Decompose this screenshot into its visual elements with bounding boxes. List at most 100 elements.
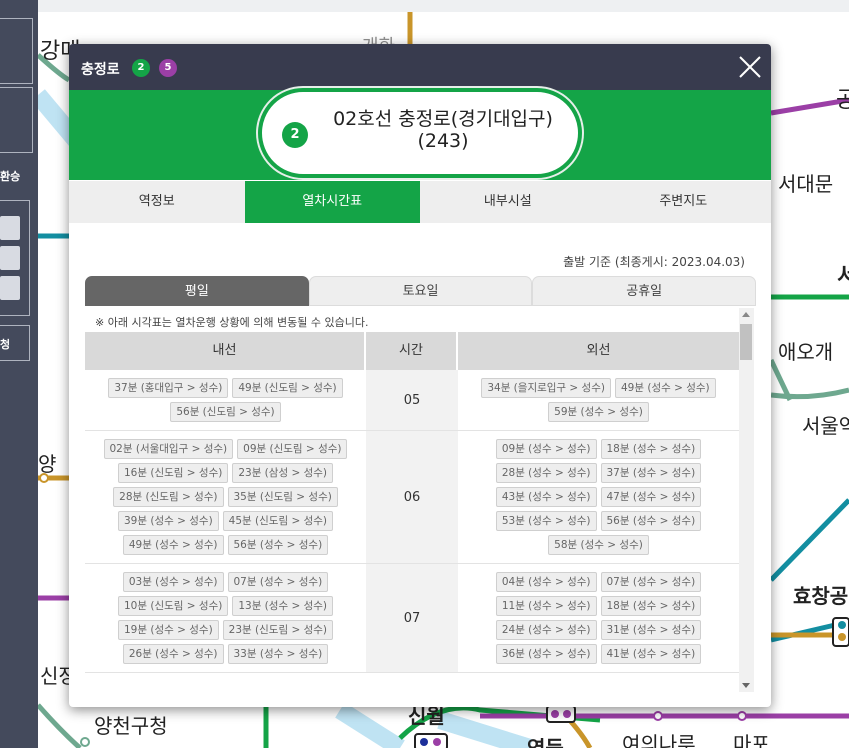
departure-chip: 24분 (성수 > 성수) — [495, 620, 597, 640]
station-title: 충정로 — [81, 62, 120, 78]
departure-chip: 53분 (성수 > 성수) — [495, 511, 597, 531]
departure-chip: 16분 (신도림 > 성수) — [118, 463, 229, 483]
departure-chip: 07분 (성수 > 성수) — [227, 572, 329, 592]
timetable-row: 37분 (홍대입구 > 성수) 49분 (신도림 > 성수) 56분 (신도림 > … — [85, 370, 739, 431]
departure-chip: 47분 (성수 > 성수) — [600, 487, 702, 507]
line-badge-2: 2 — [132, 59, 150, 77]
tab-timetable[interactable]: 열차시간표 — [244, 181, 420, 223]
day-tab-holiday[interactable]: 공휴일 — [532, 276, 757, 306]
map-station-label[interactable]: 양천구청 — [94, 710, 168, 739]
departure-chip: 19분 (성수 > 성수) — [118, 620, 219, 640]
departure-chip: 23분 (삼성 > 성수) — [232, 463, 333, 483]
header-inner-line: 내선 — [85, 332, 366, 370]
side-panel-route-box[interactable] — [0, 87, 33, 153]
map-station-label[interactable]: 영등 — [527, 732, 564, 748]
departure-chip: 09분 (성수 > 성수) — [495, 439, 597, 459]
map-station-label[interactable]: 서대문 — [778, 168, 833, 197]
hour-cell: 07 — [366, 564, 458, 672]
departure-chip: 58분 (성수 > 성수) — [548, 535, 649, 555]
departure-chip: 02분 (서울대입구 > 성수) — [103, 439, 234, 459]
tab-facilities[interactable]: 내부시설 — [420, 181, 596, 223]
map-station-label[interactable]: 마포 — [733, 728, 770, 748]
timetable-notice: ※ 아래 시각표는 열차운행 상황에 의해 변동될 수 있습니다. — [95, 316, 369, 329]
departure-chip: 56분 (성수 > 성수) — [600, 511, 702, 531]
inner-line-departures: 03분 (성수 > 성수) 07분 (성수 > 성수) 10분 (신도림 > 성수)… — [85, 564, 366, 672]
outer-line-departures: 04분 (성수 > 성수) 07분 (성수 > 성수) 11분 (성수 > 성수) 1… — [458, 564, 739, 672]
basis-note: 출발 기준 (최종게시: 2023.04.03) — [563, 255, 745, 269]
departure-chip: 45분 (신도림 > 성수) — [222, 511, 333, 531]
close-icon[interactable] — [737, 54, 763, 80]
departure-chip: 18분 (성수 > 성수) — [600, 596, 702, 616]
departure-chip: 35분 (신도림 > 성수) — [227, 487, 338, 507]
pill-line-badge: 2 — [282, 122, 308, 148]
departure-chip: 49분 (성수 > 성수) — [122, 535, 224, 555]
departure-chip: 56분 (신도림 > 성수) — [170, 402, 281, 422]
close-button[interactable] — [737, 54, 763, 80]
departure-chip: 33분 (성수 > 성수) — [227, 644, 329, 664]
tab-nearby-map[interactable]: 주변지도 — [596, 181, 772, 223]
timetable-row: 02분 (서울대입구 > 성수) 09분 (신도림 > 성수) 16분 (신도림 >… — [85, 431, 739, 564]
side-panel-action-label: 청 — [0, 338, 11, 351]
main-tabs: 역정보 열차시간표 내부시설 주변지도 — [69, 181, 771, 223]
map-station-label[interactable]: 애오개 — [778, 336, 833, 365]
side-option-button-3[interactable] — [0, 276, 20, 300]
day-tab-saturday[interactable]: 토요일 — [308, 276, 533, 306]
hour-cell: 06 — [366, 431, 458, 563]
departure-chip: 43분 (성수 > 성수) — [495, 487, 597, 507]
station-name-pill: 2 02호선 충정로(경기대입구) (243) — [258, 88, 582, 178]
timetable-scrollbar[interactable] — [739, 308, 754, 692]
departure-chip: 31분 (성수 > 성수) — [600, 620, 702, 640]
timetable-header: 내선 시간 외선 — [85, 332, 739, 370]
day-tab-weekday[interactable]: 평일 — [85, 276, 309, 306]
tab-station-info[interactable]: 역정보 — [69, 181, 245, 223]
scroll-thumb[interactable] — [740, 324, 752, 360]
scroll-down-arrow-icon[interactable] — [742, 683, 750, 688]
popup-header: 충정로 2 5 — [69, 44, 771, 90]
departure-chip: 56분 (성수 > 성수) — [227, 535, 329, 555]
departure-chip: 07분 (성수 > 성수) — [600, 572, 702, 592]
map-station-label[interactable]: 여의나루 — [622, 728, 696, 748]
inner-line-departures: 37분 (홍대입구 > 성수) 49분 (신도림 > 성수) 56분 (신도림 > … — [85, 370, 366, 430]
timetable-body: 37분 (홍대입구 > 성수) 49분 (신도림 > 성수) 56분 (신도림 > … — [85, 370, 739, 673]
departure-chip: 03분 (성수 > 성수) — [122, 572, 224, 592]
departure-chip: 41분 (성수 > 성수) — [600, 644, 702, 664]
map-station-label[interactable]: 서 — [837, 258, 849, 290]
departure-chip: 28분 (성수 > 성수) — [495, 463, 597, 483]
departure-chip: 28분 (신도림 > 성수) — [113, 487, 224, 507]
outer-line-departures: 09분 (성수 > 성수) 18분 (성수 > 성수) 28분 (성수 > 성수) 3… — [458, 431, 739, 563]
pill-station-name: 02호선 충정로(경기대입구) (243) — [333, 108, 553, 152]
departure-chip: 23분 (신도림 > 성수) — [222, 620, 333, 640]
timetable-row: 03분 (성수 > 성수) 07분 (성수 > 성수) 10분 (신도림 > 성수)… — [85, 564, 739, 673]
header-outer-line: 외선 — [586, 343, 611, 358]
departure-chip: 39분 (성수 > 성수) — [118, 511, 219, 531]
inner-line-departures: 02분 (서울대입구 > 성수) 09분 (신도림 > 성수) 16분 (신도림 >… — [85, 431, 366, 563]
departure-chip: 26분 (성수 > 성수) — [122, 644, 224, 664]
hour-cell: 05 — [366, 370, 458, 430]
outer-line-departures: 34분 (을지로입구 > 성수) 49분 (성수 > 성수) 59분 (성수 > 성… — [458, 370, 739, 430]
departure-chip: 37분 (홍대입구 > 성수) — [108, 378, 229, 398]
map-station-label[interactable]: 효창공 — [793, 580, 848, 609]
map-station-label[interactable]: 서울역 — [802, 410, 849, 439]
departure-chip: 49분 (신도림 > 성수) — [232, 378, 343, 398]
side-option-button-1[interactable] — [0, 216, 20, 240]
side-panel-search-box[interactable] — [0, 18, 33, 84]
departure-chip: 09분 (신도림 > 성수) — [237, 439, 348, 459]
side-panel: 환승 청 — [0, 0, 38, 748]
departure-chip: 10분 (신도림 > 성수) — [118, 596, 229, 616]
departure-chip: 36분 (성수 > 성수) — [495, 644, 597, 664]
map-station-label[interactable]: 양 — [38, 448, 56, 477]
line-badge-5: 5 — [159, 59, 177, 77]
transfer-label[interactable]: 환승 — [0, 168, 20, 184]
departure-chip: 37분 (성수 > 성수) — [600, 463, 702, 483]
map-station-label[interactable]: 공 — [836, 82, 849, 114]
header-hour: 시간 — [366, 332, 458, 370]
departure-chip: 13분 (성수 > 성수) — [232, 596, 333, 616]
timetable[interactable]: 내선 시간 외선 37분 (홍대입구 > 성수) 49분 (신도림 > 성수) 56… — [85, 332, 739, 692]
departure-chip: 18분 (성수 > 성수) — [600, 439, 702, 459]
scroll-up-arrow-icon[interactable] — [742, 312, 750, 317]
departure-chip: 34분 (을지로입구 > 성수) — [481, 378, 611, 398]
departure-chip: 49분 (성수 > 성수) — [614, 378, 716, 398]
side-option-button-2[interactable] — [0, 246, 20, 270]
station-info-popup: 충정로 2 5 2 02호선 충정로(경기대입구) (243) 역정보 열차시간… — [69, 44, 771, 707]
departure-chip: 59분 (성수 > 성수) — [548, 402, 649, 422]
